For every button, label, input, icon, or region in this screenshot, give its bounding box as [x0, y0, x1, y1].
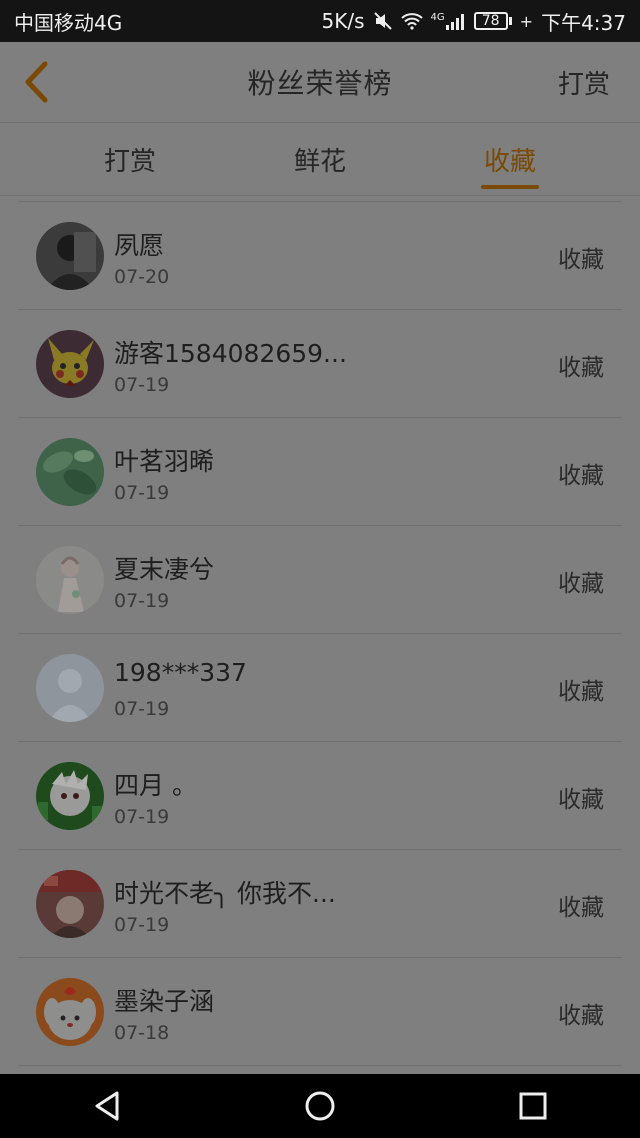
fan-date: 07-18: [114, 1022, 170, 1044]
battery-level: 78: [473, 12, 508, 30]
fan-date: 07-19: [114, 698, 170, 720]
fan-list: 夙愿 07-20 收藏 游客1584082659... 07-19 收藏 叶茗羽…: [18, 202, 622, 1066]
fan-action: 收藏: [558, 247, 604, 273]
list-item[interactable]: 墨染子涵 07-18 收藏: [18, 958, 622, 1066]
reward-button[interactable]: 打赏: [558, 64, 610, 101]
signal-type-label: 4G: [430, 12, 445, 23]
fan-name: 时光不老╮ 你我不...: [114, 879, 336, 908]
fan-name: 夙愿: [114, 231, 165, 260]
network-speed: 5K/s: [321, 9, 365, 33]
active-tab-indicator: [481, 185, 539, 189]
avatar: [36, 654, 104, 722]
back-triangle-icon: [95, 1091, 119, 1121]
tab-bar: 打赏 鲜花 收藏: [0, 123, 640, 196]
system-nav-bar: [0, 1074, 640, 1138]
fan-action: 收藏: [558, 355, 604, 381]
chevron-left-icon: [25, 61, 48, 103]
avatar: [36, 546, 104, 614]
status-bar: 中国移动4G 5K/s 4G 78 + 下午4:37: [0, 0, 640, 42]
list-item[interactable]: 198***337 07-19 收藏: [18, 634, 622, 742]
recents-square-icon: [519, 1092, 547, 1120]
list-item[interactable]: 游客1584082659... 07-19 收藏: [18, 310, 622, 418]
fan-action: 收藏: [558, 1003, 604, 1029]
avatar: [36, 978, 104, 1046]
mute-icon: [373, 11, 393, 31]
avatar: [36, 762, 104, 830]
clock: 下午4:37: [541, 10, 626, 35]
fan-date: 07-19: [114, 374, 170, 396]
system-recents-button[interactable]: [503, 1076, 563, 1136]
fan-name: 游客1584082659...: [114, 339, 347, 368]
avatar: [36, 330, 104, 398]
avatar: [36, 222, 104, 290]
back-button[interactable]: [14, 58, 58, 106]
carrier-label: 中国移动4G: [14, 10, 123, 35]
battery-icon: 78: [473, 12, 512, 30]
status-icons: 5K/s 4G 78 + 下午4:37: [322, 7, 626, 36]
avatar: [36, 438, 104, 506]
tab-reward[interactable]: 打赏: [70, 123, 190, 195]
fan-action: 收藏: [558, 787, 604, 813]
fan-action: 收藏: [558, 571, 604, 597]
fan-name: 四月 。: [114, 771, 197, 800]
fan-date: 07-20: [114, 266, 170, 288]
fan-date: 07-19: [114, 914, 170, 936]
fan-date: 07-19: [114, 482, 170, 504]
fan-date: 07-19: [114, 806, 170, 828]
wifi-icon: [400, 12, 423, 30]
list-item[interactable]: 时光不老╮ 你我不... 07-19 收藏: [18, 850, 622, 958]
fan-date: 07-19: [114, 590, 170, 612]
system-back-button[interactable]: [77, 1076, 137, 1136]
header-bar: 粉丝荣誉榜 打赏: [0, 42, 640, 123]
signal-icon: 4G: [431, 12, 466, 30]
avatar: [36, 870, 104, 938]
tab-flowers[interactable]: 鲜花: [260, 123, 380, 195]
fan-name: 夏末凄兮: [114, 555, 215, 584]
fan-name: 墨染子涵: [114, 987, 215, 1016]
fan-name: 叶茗羽晞: [114, 447, 215, 476]
fan-action: 收藏: [558, 895, 604, 921]
page-title: 粉丝荣誉榜: [247, 67, 393, 100]
fan-action: 收藏: [558, 463, 604, 489]
list-item[interactable]: 叶茗羽晞 07-19 收藏: [18, 418, 622, 526]
system-home-button[interactable]: [290, 1076, 350, 1136]
charging-icon: +: [519, 11, 534, 31]
list-item[interactable]: 夏末凄兮 07-19 收藏: [18, 526, 622, 634]
list-item[interactable]: 四月 。 07-19 收藏: [18, 742, 622, 850]
fan-name: 198***337: [114, 658, 247, 687]
fan-action: 收藏: [558, 679, 604, 705]
home-circle-icon: [305, 1091, 335, 1121]
list-item[interactable]: 夙愿 07-20 收藏: [18, 202, 622, 310]
